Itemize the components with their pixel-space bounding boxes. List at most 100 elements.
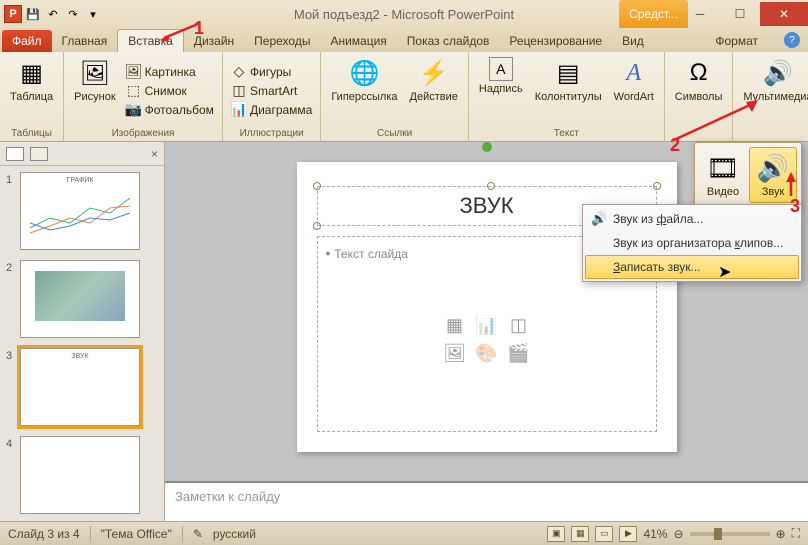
redo-icon[interactable]: ↷ — [64, 5, 82, 23]
table-icon: ▦ — [16, 57, 48, 89]
group-media: 🔊Мультимедиа — [733, 52, 808, 141]
group-label-illustrations: Иллюстрации — [240, 126, 304, 141]
shapes-button[interactable]: ◇Фигуры — [229, 63, 314, 81]
tab-format[interactable]: Формат — [705, 30, 768, 52]
photoalbum-button[interactable]: 📷Фотоальбом — [124, 101, 216, 119]
action-button[interactable]: ⚡Действие — [406, 55, 462, 126]
audio-button[interactable]: 🔊 Звук — [749, 147, 797, 203]
insert-chart-icon[interactable]: 📊 — [473, 313, 501, 337]
zoom-in-button[interactable]: ⊕ — [776, 527, 786, 541]
rotation-handle[interactable] — [482, 142, 492, 152]
smartart-icon: ◫ — [231, 83, 247, 99]
thumb-row-2[interactable]: 2 — [6, 260, 158, 338]
close-button[interactable]: ✕ — [760, 2, 808, 26]
screenshot-button[interactable]: ⬚Снимок — [124, 82, 216, 100]
multimedia-button[interactable]: 🔊Мультимедиа — [739, 55, 808, 126]
group-text: AНадпись ▤Колонтитулы AWordArt Текст — [469, 52, 665, 141]
zoom-out-button[interactable]: ⊖ — [673, 527, 683, 541]
tab-animations[interactable]: Анимация — [320, 30, 396, 52]
textbox-button[interactable]: AНадпись — [475, 55, 527, 126]
theme-name: "Тема Office" — [101, 527, 172, 541]
thumbnails-list[interactable]: 1 ГРАФИК 2 3 ЗВУК 4 — [0, 166, 164, 521]
speaker-small-icon: 🔊 — [591, 211, 607, 227]
fit-to-window-button[interactable]: ⛶ — [792, 526, 800, 541]
maximize-button[interactable]: ☐ — [720, 2, 760, 26]
work-area: × 1 ГРАФИК 2 3 ЗВУК 4 — [0, 142, 808, 521]
group-symbols: ΩСимволы — [665, 52, 734, 141]
table-button[interactable]: ▦Таблица — [6, 55, 57, 126]
slides-tab-icon[interactable] — [6, 147, 24, 161]
smartart-button[interactable]: ◫SmartArt — [229, 82, 314, 100]
video-reel-icon: 🎞 — [706, 153, 739, 184]
omega-icon: Ω — [683, 57, 715, 89]
close-pane-icon[interactable]: × — [151, 147, 158, 161]
picture-button[interactable]: 🖼Рисунок — [70, 55, 120, 126]
tab-review[interactable]: Рецензирование — [499, 30, 612, 52]
insert-table-icon[interactable]: ▦ — [441, 313, 469, 337]
clipart-button[interactable]: 🖼Картинка — [124, 63, 216, 81]
media-dropdown-panel: 🎞 Видео 🔊 Звук — [694, 142, 802, 208]
tab-view[interactable]: Вид — [612, 30, 654, 52]
tools-contextual-tab[interactable]: Средст... — [619, 0, 688, 28]
textbox-icon: A — [489, 57, 513, 81]
shapes-icon: ◇ — [231, 64, 247, 80]
slide-thumb-2[interactable] — [20, 260, 140, 338]
wordart-button[interactable]: AWordArt — [610, 55, 658, 126]
headerfooter-button[interactable]: ▤Колонтитулы — [531, 55, 606, 126]
qat-dropdown-icon[interactable]: ▾ — [84, 5, 102, 23]
tab-insert[interactable]: Вставка — [117, 29, 184, 52]
zoom-slider[interactable] — [690, 532, 770, 536]
ribbon-tabs: Файл Главная Вставка Дизайн Переходы Ани… — [0, 28, 808, 52]
insert-clipart-icon[interactable]: 🎨 — [473, 341, 501, 365]
notes-pane[interactable]: Заметки к слайду — [165, 481, 808, 521]
tab-transitions[interactable]: Переходы — [244, 30, 320, 52]
tab-design[interactable]: Дизайн — [184, 30, 244, 52]
powerpoint-logo-icon: P — [4, 5, 22, 23]
wordart-icon: A — [618, 57, 650, 89]
zoom-level[interactable]: 41% — [643, 527, 667, 541]
slide-thumb-1[interactable]: ГРАФИК — [20, 172, 140, 250]
save-icon[interactable]: 💾 — [24, 5, 42, 23]
status-bar: Слайд 3 из 4 "Тема Office" ✎ русский ▣ ▦… — [0, 521, 808, 545]
slide-thumbnails-pane: × 1 ГРАФИК 2 3 ЗВУК 4 — [0, 142, 165, 521]
language-indicator[interactable]: русский — [213, 527, 256, 541]
outline-tab-icon[interactable] — [30, 147, 48, 161]
tab-file[interactable]: Файл — [2, 30, 52, 52]
reading-view-button[interactable]: ▭ — [595, 526, 613, 542]
group-label-text: Текст — [554, 126, 579, 141]
tab-slideshow[interactable]: Показ слайдов — [397, 30, 500, 52]
thumb-row-4[interactable]: 4 — [6, 436, 158, 514]
quick-access-toolbar: P 💾 ↶ ↷ ▾ — [0, 5, 102, 23]
insert-media-icon[interactable]: 🎬 — [505, 341, 533, 365]
chart-icon: 📊 — [231, 102, 247, 118]
content-placeholder-icons: ▦ 📊 ◫ 🖼 🎨 🎬 — [441, 313, 533, 365]
slide-thumb-4[interactable] — [20, 436, 140, 514]
tab-home[interactable]: Главная — [52, 30, 118, 52]
spellcheck-icon[interactable]: ✎ — [193, 527, 203, 541]
thumb-row-1[interactable]: 1 ГРАФИК — [6, 172, 158, 250]
help-icon[interactable]: ? — [784, 32, 800, 48]
symbols-button[interactable]: ΩСимволы — [671, 55, 727, 126]
headerfooter-icon: ▤ — [552, 57, 584, 89]
photoalbum-icon: 📷 — [126, 102, 142, 118]
audio-from-file[interactable]: 🔊Звук из файла... — [585, 207, 799, 231]
minimize-button[interactable]: ─ — [680, 2, 720, 26]
record-audio[interactable]: Записать звук... — [585, 255, 799, 279]
action-icon: ⚡ — [418, 57, 450, 89]
thumb-row-3[interactable]: 3 ЗВУК — [6, 348, 158, 426]
audio-speaker-icon: 🔊 — [757, 153, 789, 184]
normal-view-button[interactable]: ▣ — [547, 526, 565, 542]
video-button[interactable]: 🎞 Видео — [699, 147, 747, 203]
sorter-view-button[interactable]: ▦ — [571, 526, 589, 542]
hyperlink-button[interactable]: 🌐Гиперссылка — [327, 55, 401, 126]
slide-thumb-3[interactable]: ЗВУК — [20, 348, 140, 426]
group-illustrations: ◇Фигуры ◫SmartArt 📊Диаграмма Иллюстрации — [223, 52, 321, 141]
slideshow-view-button[interactable]: ▶ — [619, 526, 637, 542]
group-label-images: Изображения — [112, 126, 175, 141]
audio-from-organizer[interactable]: Звук из организатора клипов... — [585, 231, 799, 255]
insert-picture-icon[interactable]: 🖼 — [441, 341, 469, 365]
chart-button[interactable]: 📊Диаграмма — [229, 101, 314, 119]
insert-smartart-icon[interactable]: ◫ — [505, 313, 533, 337]
undo-icon[interactable]: ↶ — [44, 5, 62, 23]
group-label-tables: Таблицы — [11, 126, 52, 141]
